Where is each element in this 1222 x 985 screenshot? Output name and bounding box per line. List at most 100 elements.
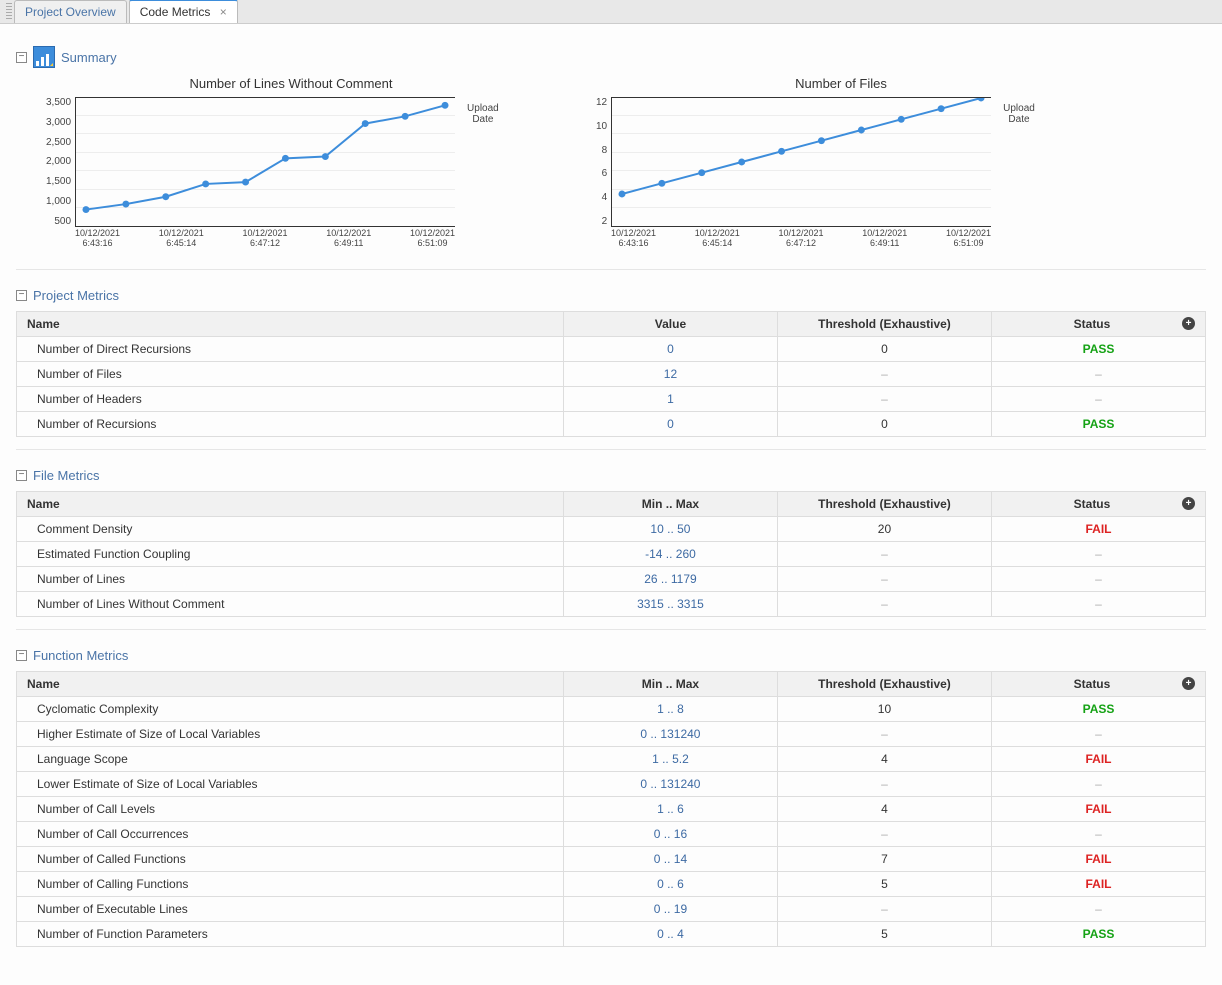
- metric-value[interactable]: 0: [563, 411, 777, 436]
- metric-threshold: –: [777, 721, 991, 746]
- metric-name: Number of Recursions: [17, 411, 564, 436]
- table-row[interactable]: Number of Called Functions0 .. 147FAIL: [17, 846, 1206, 871]
- col-threshold[interactable]: Threshold (Exhaustive): [777, 491, 991, 516]
- metric-name: Number of Executable Lines: [17, 896, 564, 921]
- metric-value[interactable]: 26 .. 1179: [563, 566, 777, 591]
- table-row[interactable]: Higher Estimate of Size of Local Variabl…: [17, 721, 1206, 746]
- metric-value[interactable]: 1 .. 5.2: [563, 746, 777, 771]
- metric-status: PASS: [991, 696, 1205, 721]
- tabbar: Project Overview Code Metrics ×: [0, 0, 1222, 24]
- metric-threshold: 5: [777, 921, 991, 946]
- metric-value[interactable]: 0 .. 6: [563, 871, 777, 896]
- table-row[interactable]: Estimated Function Coupling-14 .. 260––: [17, 541, 1206, 566]
- section-title: File Metrics: [33, 468, 99, 483]
- col-name[interactable]: Name: [17, 491, 564, 516]
- metric-value[interactable]: 1 .. 6: [563, 796, 777, 821]
- summary-header: − Summary: [16, 46, 1206, 68]
- col-name[interactable]: Name: [17, 311, 564, 336]
- table-row[interactable]: Lower Estimate of Size of Local Variable…: [17, 771, 1206, 796]
- metric-value[interactable]: 0: [563, 336, 777, 361]
- file-metrics-header: − File Metrics: [16, 468, 1206, 483]
- content-area: − Summary Number of Lines Without Commen…: [0, 24, 1222, 967]
- metric-name: Language Scope: [17, 746, 564, 771]
- x-axis-label: UploadDate: [1003, 103, 1035, 227]
- metric-status: FAIL: [991, 746, 1205, 771]
- add-column-icon[interactable]: +: [1182, 677, 1195, 690]
- metric-value[interactable]: 10 .. 50: [563, 516, 777, 541]
- y-axis: 12108642: [596, 97, 611, 227]
- metric-value[interactable]: 0 .. 4: [563, 921, 777, 946]
- metric-value[interactable]: 0 .. 131240: [563, 721, 777, 746]
- metric-threshold: 7: [777, 846, 991, 871]
- metric-name: Number of Direct Recursions: [17, 336, 564, 361]
- col-threshold[interactable]: Threshold (Exhaustive): [777, 671, 991, 696]
- chart-plot[interactable]: [611, 97, 991, 227]
- divider: [16, 269, 1206, 270]
- metric-value[interactable]: 0 .. 131240: [563, 771, 777, 796]
- metric-value[interactable]: 12: [563, 361, 777, 386]
- tab-code-metrics[interactable]: Code Metrics ×: [129, 0, 238, 23]
- table-row[interactable]: Number of Call Occurrences0 .. 16––: [17, 821, 1206, 846]
- metric-value[interactable]: 0 .. 19: [563, 896, 777, 921]
- collapse-toggle-icon[interactable]: −: [16, 650, 27, 661]
- metric-status: PASS: [991, 336, 1205, 361]
- metric-value[interactable]: 3315 .. 3315: [563, 591, 777, 616]
- col-name[interactable]: Name: [17, 671, 564, 696]
- drag-handle-icon[interactable]: [6, 3, 12, 21]
- tab-label: Project Overview: [25, 5, 116, 19]
- metric-name: Number of Called Functions: [17, 846, 564, 871]
- table-row[interactable]: Number of Headers1––: [17, 386, 1206, 411]
- metric-threshold: –: [777, 361, 991, 386]
- collapse-toggle-icon[interactable]: −: [16, 52, 27, 63]
- metric-value[interactable]: 0 .. 16: [563, 821, 777, 846]
- metric-status: FAIL: [991, 871, 1205, 896]
- metric-threshold: 5: [777, 871, 991, 896]
- project-metrics-table: Name Value Threshold (Exhaustive) Status…: [16, 311, 1206, 437]
- metric-value[interactable]: -14 .. 260: [563, 541, 777, 566]
- add-column-icon[interactable]: +: [1182, 317, 1195, 330]
- col-status[interactable]: Status +: [991, 491, 1205, 516]
- metric-status: –: [991, 721, 1205, 746]
- divider: [16, 629, 1206, 630]
- metric-name: Number of Calling Functions: [17, 871, 564, 896]
- close-icon[interactable]: ×: [220, 5, 227, 19]
- table-row[interactable]: Language Scope1 .. 5.24FAIL: [17, 746, 1206, 771]
- col-value[interactable]: Value: [563, 311, 777, 336]
- metric-value[interactable]: 1: [563, 386, 777, 411]
- section-title: Summary: [61, 50, 117, 65]
- col-status[interactable]: Status +: [991, 311, 1205, 336]
- metric-value[interactable]: 0 .. 14: [563, 846, 777, 871]
- table-row[interactable]: Number of Direct Recursions00PASS: [17, 336, 1206, 361]
- table-row[interactable]: Number of Lines Without Comment3315 .. 3…: [17, 591, 1206, 616]
- col-status[interactable]: Status +: [991, 671, 1205, 696]
- metric-value[interactable]: 1 .. 8: [563, 696, 777, 721]
- add-column-icon[interactable]: +: [1182, 497, 1195, 510]
- table-row[interactable]: Number of Recursions00PASS: [17, 411, 1206, 436]
- table-row[interactable]: Number of Function Parameters0 .. 45PASS: [17, 921, 1206, 946]
- table-row[interactable]: Cyclomatic Complexity1 .. 810PASS: [17, 696, 1206, 721]
- tab-project-overview[interactable]: Project Overview: [14, 0, 127, 23]
- metric-name: Number of Call Occurrences: [17, 821, 564, 846]
- metric-name: Number of Lines Without Comment: [17, 591, 564, 616]
- chart-plot[interactable]: [75, 97, 455, 227]
- table-row[interactable]: Number of Files12––: [17, 361, 1206, 386]
- table-row[interactable]: Number of Lines26 .. 1179––: [17, 566, 1206, 591]
- collapse-toggle-icon[interactable]: −: [16, 290, 27, 301]
- function-metrics-header: − Function Metrics: [16, 648, 1206, 663]
- col-threshold[interactable]: Threshold (Exhaustive): [777, 311, 991, 336]
- metric-name: Number of Call Levels: [17, 796, 564, 821]
- metric-threshold: –: [777, 771, 991, 796]
- collapse-toggle-icon[interactable]: −: [16, 470, 27, 481]
- x-axis: 10/12/20216:43:1610/12/20216:45:1410/12/…: [611, 229, 991, 249]
- metric-threshold: 0: [777, 411, 991, 436]
- metric-status: –: [991, 771, 1205, 796]
- table-row[interactable]: Comment Density10 .. 5020FAIL: [17, 516, 1206, 541]
- col-minmax[interactable]: Min .. Max: [563, 491, 777, 516]
- chart-number-of-files: Number of Files12108642UploadDate10/12/2…: [596, 76, 1086, 249]
- table-row[interactable]: Number of Executable Lines0 .. 19––: [17, 896, 1206, 921]
- metric-name: Number of Lines: [17, 566, 564, 591]
- col-minmax[interactable]: Min .. Max: [563, 671, 777, 696]
- table-row[interactable]: Number of Call Levels1 .. 64FAIL: [17, 796, 1206, 821]
- metric-name: Number of Function Parameters: [17, 921, 564, 946]
- table-row[interactable]: Number of Calling Functions0 .. 65FAIL: [17, 871, 1206, 896]
